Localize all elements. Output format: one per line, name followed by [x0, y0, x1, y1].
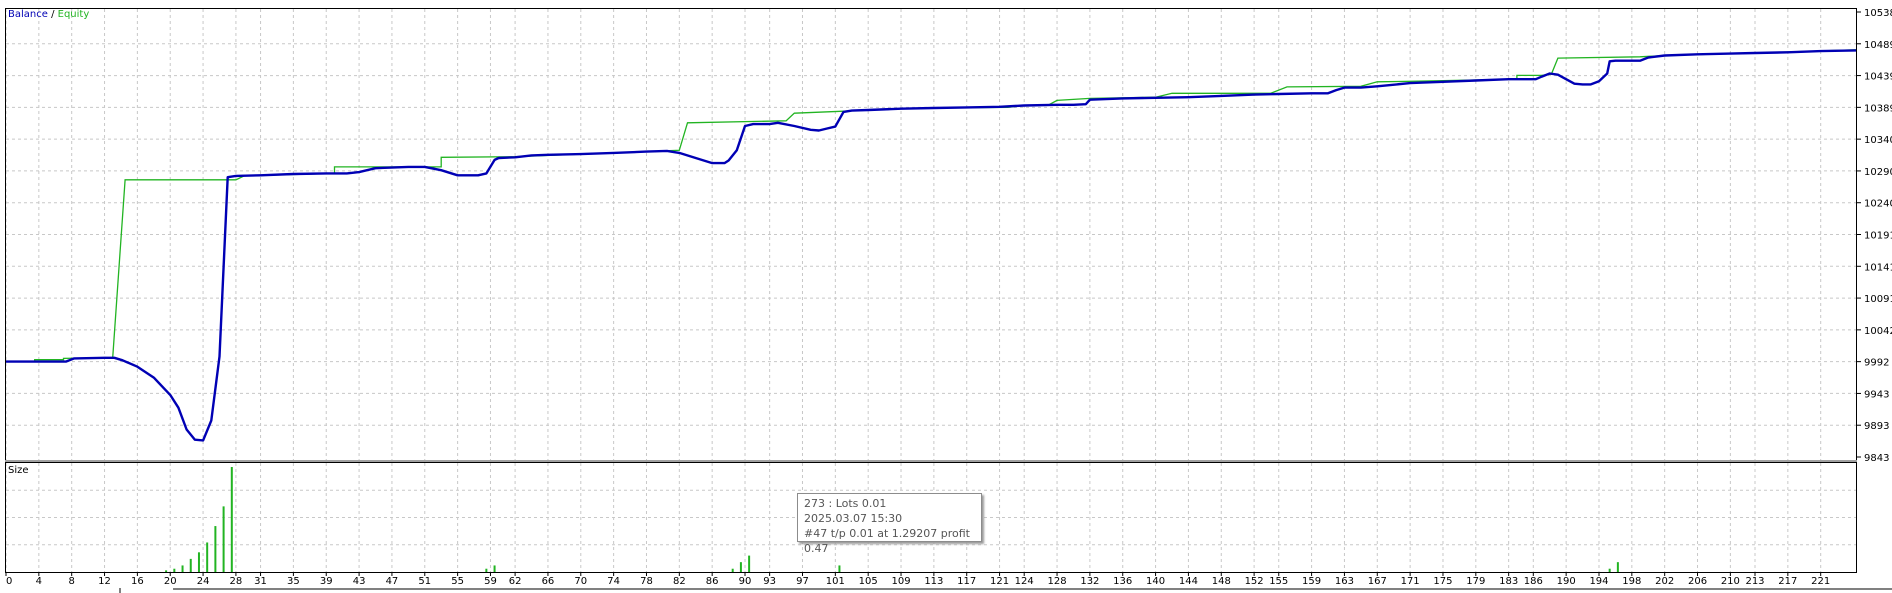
x-tick-label: 90: [739, 576, 752, 587]
x-tick-label: 66: [542, 576, 555, 587]
y-tick-label: 10538: [1864, 8, 1892, 19]
y-tick-label: 9843: [1864, 453, 1889, 464]
y-tick-label: 10191: [1864, 231, 1892, 242]
x-tick-label: 12: [98, 576, 111, 587]
x-tick-label: 171: [1401, 576, 1420, 587]
x-tick-label: 55: [451, 576, 464, 587]
x-tick-label: 31: [254, 576, 267, 587]
x-tick-label: 35: [287, 576, 300, 587]
x-tick-label: 163: [1335, 576, 1354, 587]
x-tick-label: 152: [1245, 576, 1264, 587]
y-tick-label: 9943: [1864, 389, 1889, 400]
x-tick-label: 140: [1146, 576, 1165, 587]
x-tick-label: 16: [131, 576, 144, 587]
x-tick-label: 144: [1179, 576, 1198, 587]
y-tick-label: 10141: [1864, 262, 1892, 273]
x-tick-label: 4: [36, 576, 42, 587]
x-tick-label: 167: [1368, 576, 1387, 587]
x-tick-label: 202: [1655, 576, 1674, 587]
x-tick-label: 74: [607, 576, 620, 587]
x-tick-label: 28: [230, 576, 243, 587]
x-tick-label: 51: [418, 576, 431, 587]
size-panel-label: Size: [8, 465, 29, 476]
x-tick-label: 70: [574, 576, 587, 587]
x-tick-label: 155: [1269, 576, 1288, 587]
y-tick-label: 9992: [1864, 358, 1889, 369]
x-tick-label: 183: [1499, 576, 1518, 587]
y-tick-label: 9893: [1864, 421, 1889, 432]
x-tick-label: 190: [1557, 576, 1576, 587]
chart-legend: Balance / Equity: [8, 9, 89, 20]
y-tick-label: 10042: [1864, 326, 1892, 337]
x-tick-label: 175: [1433, 576, 1452, 587]
tooltip-line-1: 273 : Lots 0.01: [804, 497, 887, 510]
x-tick-label: 59: [484, 576, 497, 587]
x-tick-label: 128: [1047, 576, 1066, 587]
legend-equity: Equity: [57, 9, 90, 20]
x-tick-label: 113: [924, 576, 943, 587]
x-tick-label: 198: [1622, 576, 1641, 587]
x-tick-label: 86: [706, 576, 719, 587]
y-tick-label: 10290: [1864, 167, 1892, 178]
y-tick-label: 10240: [1864, 199, 1892, 210]
x-tick-label: 62: [509, 576, 522, 587]
x-tick-label: 39: [320, 576, 333, 587]
tooltip-line-3: #47 t/p 0.01 at 1.29207 profit 0.47: [804, 527, 970, 555]
x-tick-label: 179: [1466, 576, 1485, 587]
x-tick-label: 24: [197, 576, 210, 587]
x-tick-label: 221: [1811, 576, 1830, 587]
x-tick-label: 121: [990, 576, 1009, 587]
y-tick-label: 10340: [1864, 135, 1892, 146]
x-tick-label: 105: [859, 576, 878, 587]
x-tick-label: 159: [1302, 576, 1321, 587]
x-tick-label: 217: [1778, 576, 1797, 587]
x-tick-label: 78: [640, 576, 653, 587]
x-tick-label: 101: [826, 576, 845, 587]
y-tick-label: 10439: [1864, 72, 1892, 83]
x-tick-label: 210: [1721, 576, 1740, 587]
trade-tooltip: 273 : Lots 0.01 2025.03.07 15:30 #47 t/p…: [797, 493, 982, 555]
y-tick-label: 10489: [1864, 40, 1892, 51]
x-tick-label: 0: [6, 576, 12, 587]
y-tick-label: 10389: [1864, 103, 1892, 114]
tooltip-line-2: 2025.03.07 15:30: [804, 512, 903, 525]
x-tick-label: 109: [891, 576, 910, 587]
x-tick-label: 194: [1589, 576, 1608, 587]
x-tick-label: 8: [69, 576, 75, 587]
x-tick-label: 82: [673, 576, 686, 587]
y-tick-label: 10091: [1864, 294, 1892, 305]
x-tick-label: 213: [1745, 576, 1764, 587]
x-tick-label: 132: [1080, 576, 1099, 587]
x-tick-label: 186: [1524, 576, 1543, 587]
x-tick-label: 124: [1015, 576, 1034, 587]
x-tick-label: 43: [353, 576, 366, 587]
legend-balance: Balance: [8, 9, 48, 20]
x-tick-label: 136: [1113, 576, 1132, 587]
x-tick-label: 206: [1688, 576, 1707, 587]
x-tick-label: 20: [164, 576, 177, 587]
x-tick-label: 93: [763, 576, 776, 587]
x-tick-label: 117: [957, 576, 976, 587]
x-tick-label: 148: [1212, 576, 1231, 587]
x-tick-label: 97: [796, 576, 809, 587]
x-tick-label: 47: [386, 576, 399, 587]
legend-separator: /: [47, 9, 58, 20]
